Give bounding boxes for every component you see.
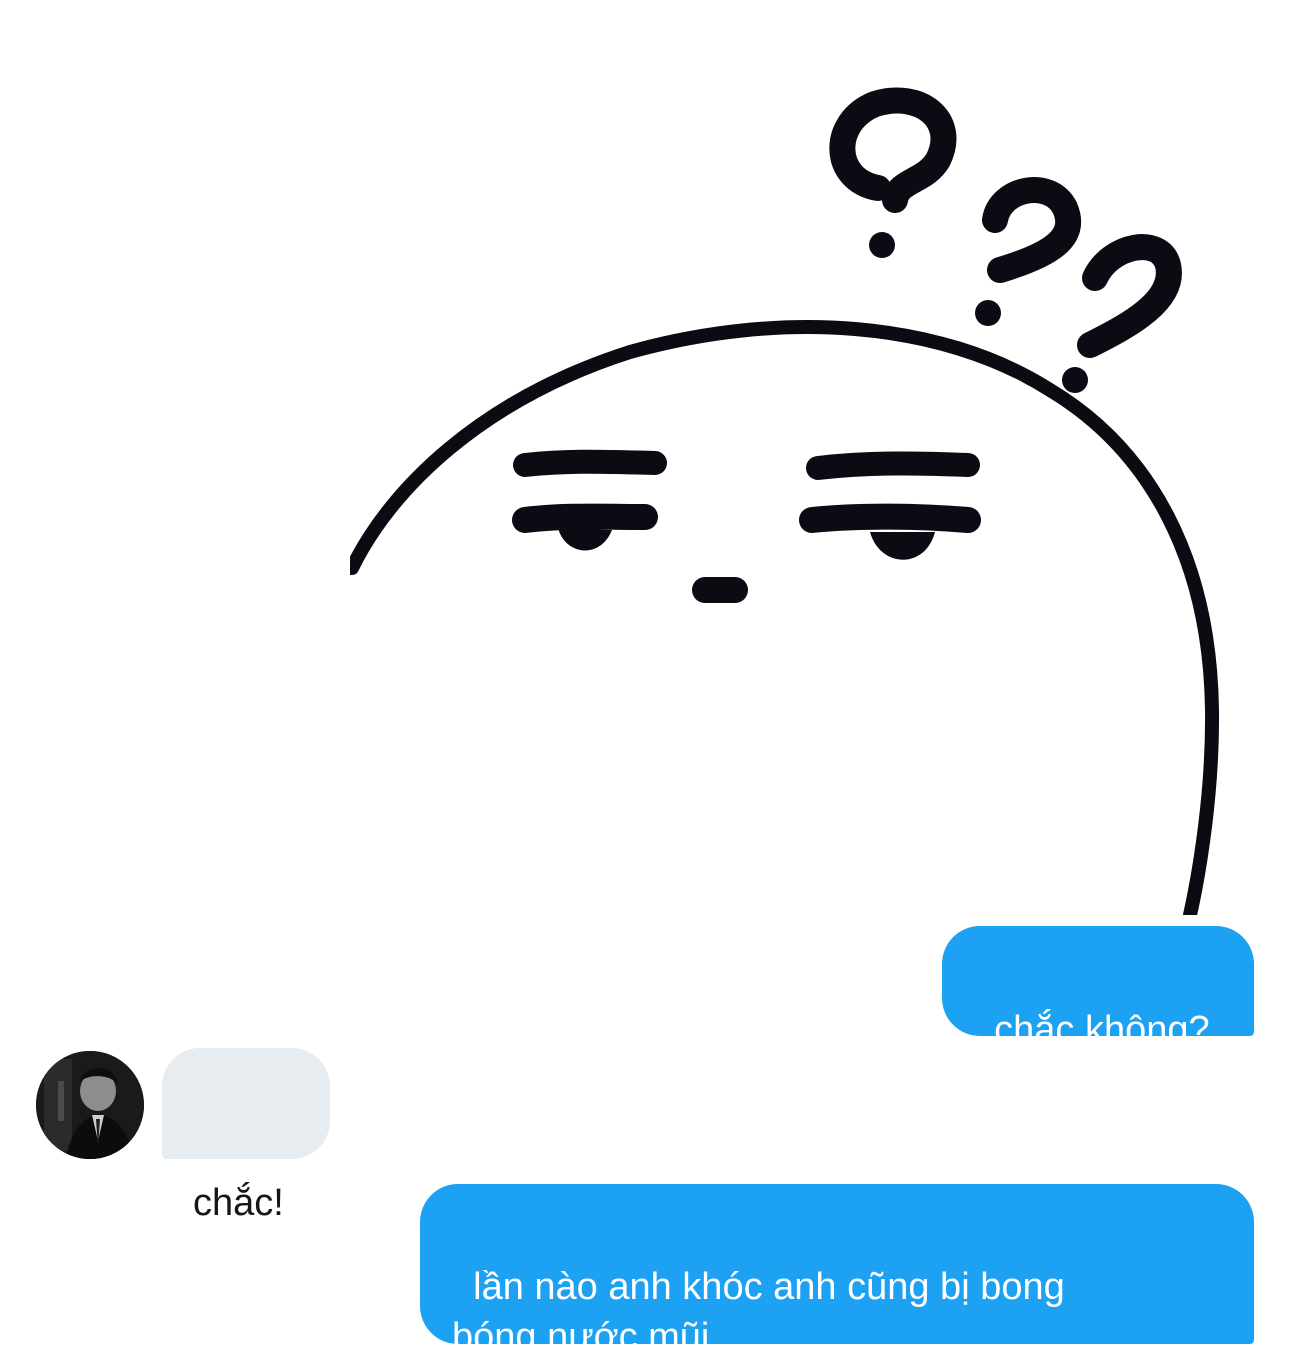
message-text: chắc không?	[994, 1009, 1210, 1051]
message-text: chắc!	[193, 1182, 284, 1224]
outgoing-message-bubble[interactable]: chắc không?	[942, 926, 1254, 1051]
outgoing-message-bubble[interactable]: lần nào anh khóc anh cũng bị bong bóng n…	[420, 1184, 1254, 1358]
confused-face-sticker-icon	[345, 70, 1230, 922]
user-avatar-photo[interactable]	[36, 1051, 144, 1159]
incoming-message-bubble[interactable]: chắc!	[162, 1048, 330, 1224]
message-text: lần nào anh khóc anh cũng bị bong bóng n…	[452, 1266, 1065, 1358]
